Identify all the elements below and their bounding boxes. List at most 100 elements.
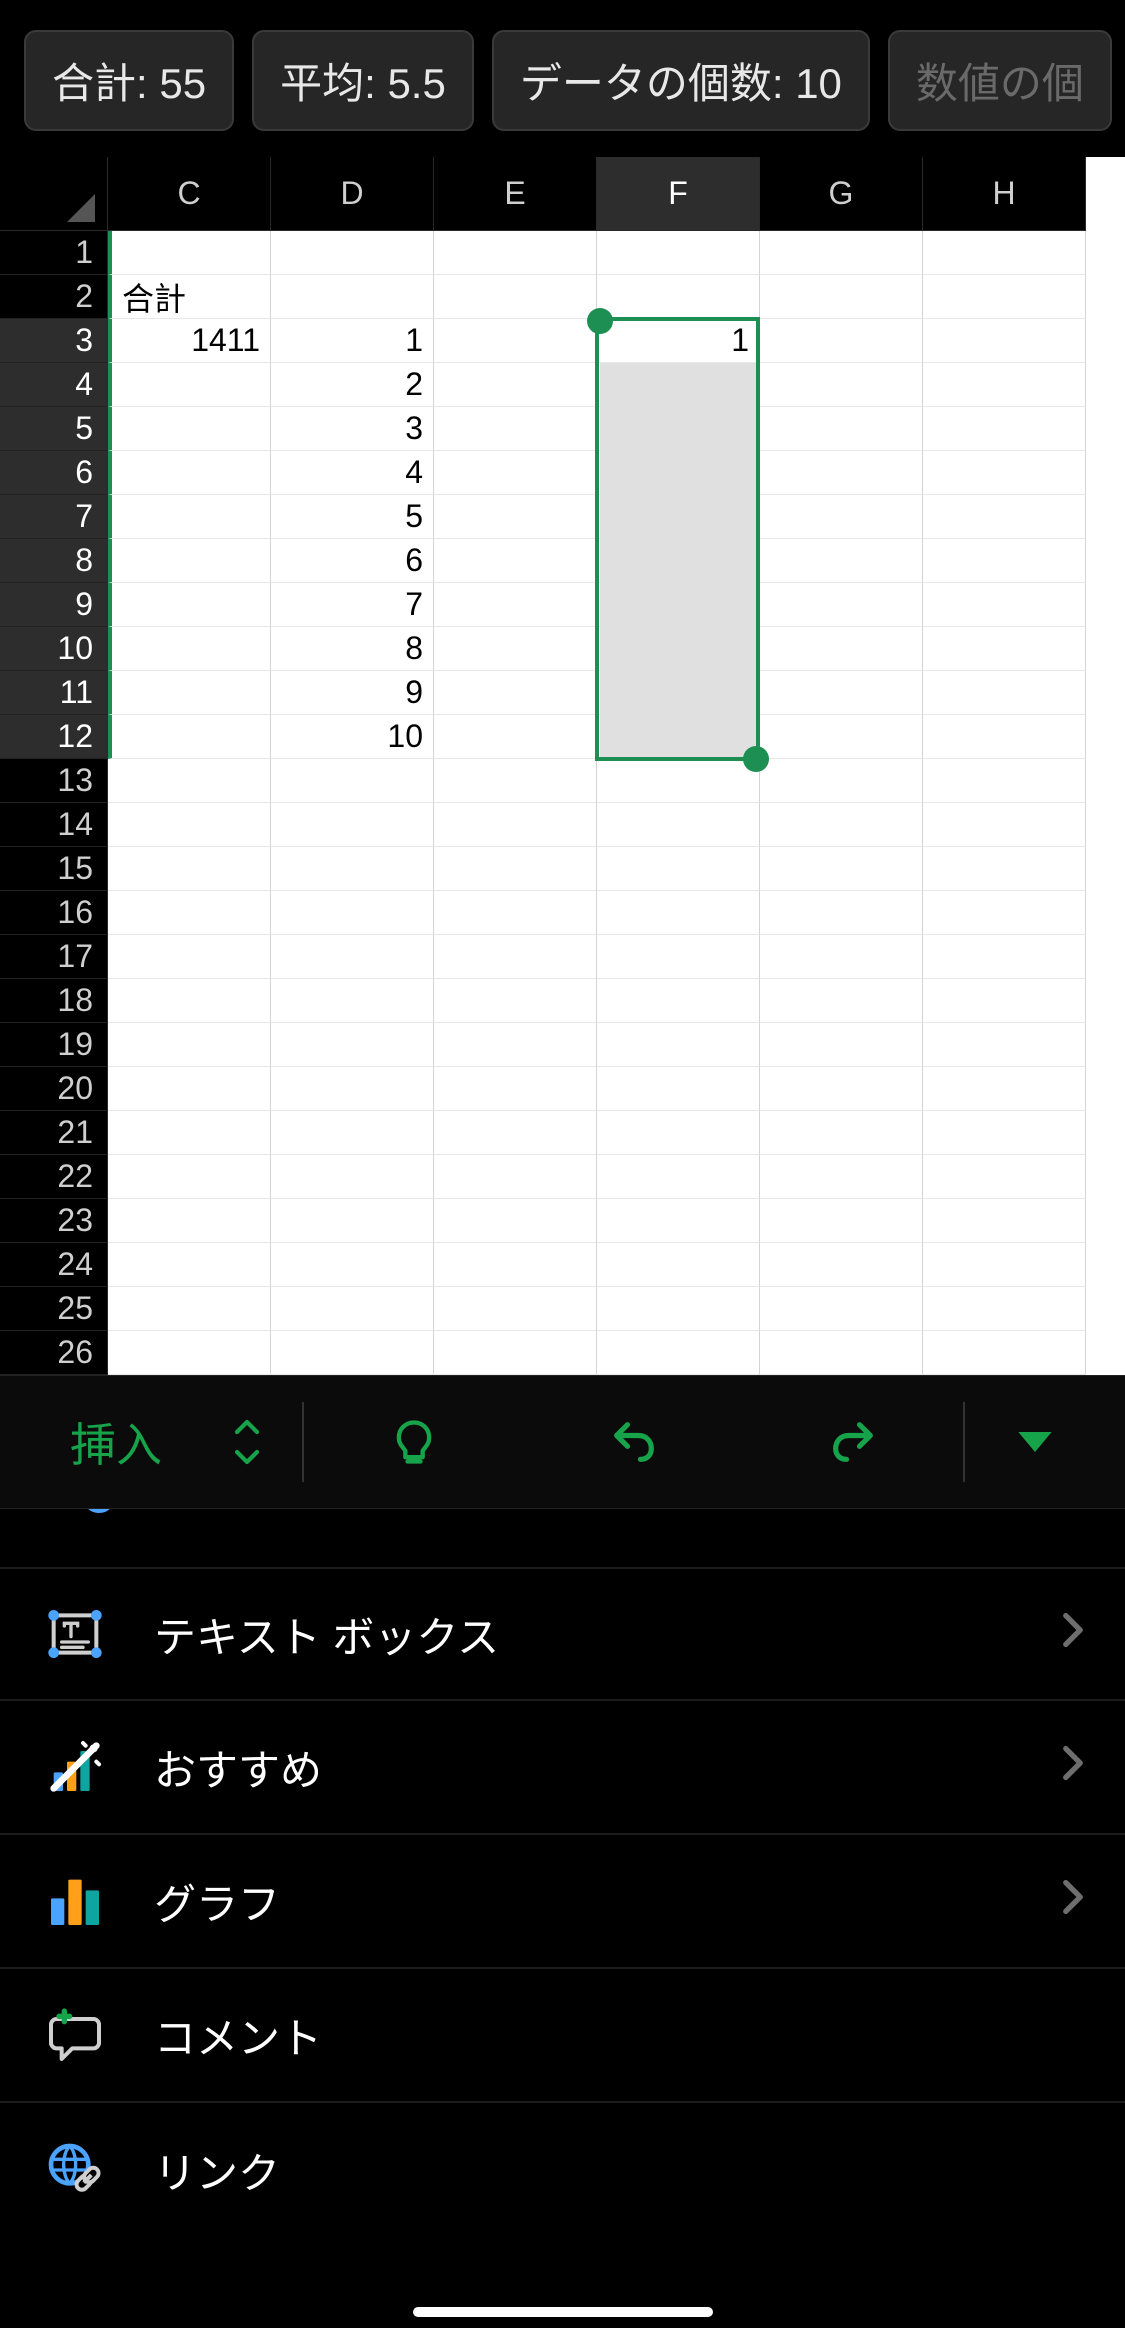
cell-G25[interactable] bbox=[760, 1287, 923, 1331]
cell-C1[interactable] bbox=[108, 231, 271, 275]
cell-D11[interactable]: 9 bbox=[271, 671, 434, 715]
cell-C5[interactable] bbox=[108, 407, 271, 451]
cell-F17[interactable] bbox=[597, 935, 760, 979]
cell-H11[interactable] bbox=[923, 671, 1086, 715]
cell-H25[interactable] bbox=[923, 1287, 1086, 1331]
cell-G15[interactable] bbox=[760, 847, 923, 891]
cell-E21[interactable] bbox=[434, 1111, 597, 1155]
cell-G20[interactable] bbox=[760, 1067, 923, 1111]
cell-E8[interactable] bbox=[434, 539, 597, 583]
column-header-D[interactable]: D bbox=[271, 157, 434, 231]
cell-F18[interactable] bbox=[597, 979, 760, 1023]
undo-button[interactable] bbox=[524, 1376, 744, 1508]
row-header-10[interactable]: 10 bbox=[0, 627, 108, 671]
cell-D18[interactable] bbox=[271, 979, 434, 1023]
cell-E18[interactable] bbox=[434, 979, 597, 1023]
cell-E24[interactable] bbox=[434, 1243, 597, 1287]
cell-D20[interactable] bbox=[271, 1067, 434, 1111]
cell-H26[interactable] bbox=[923, 1331, 1086, 1375]
row-header-11[interactable]: 11 bbox=[0, 671, 108, 715]
row-header-1[interactable]: 1 bbox=[0, 231, 108, 275]
row-header-9[interactable]: 9 bbox=[0, 583, 108, 627]
cell-E25[interactable] bbox=[434, 1287, 597, 1331]
cell-F12[interactable]: 10 bbox=[597, 715, 760, 759]
cell-E7[interactable] bbox=[434, 495, 597, 539]
cell-H9[interactable] bbox=[923, 583, 1086, 627]
row-header-14[interactable]: 14 bbox=[0, 803, 108, 847]
cell-D25[interactable] bbox=[271, 1287, 434, 1331]
cell-G14[interactable] bbox=[760, 803, 923, 847]
stat-average[interactable]: 平均: 5.5 bbox=[252, 30, 474, 131]
cell-F10[interactable]: 8 bbox=[597, 627, 760, 671]
cell-C12[interactable] bbox=[108, 715, 271, 759]
cell-F15[interactable] bbox=[597, 847, 760, 891]
cell-F1[interactable] bbox=[597, 231, 760, 275]
menu-item-recommend[interactable]: おすすめ bbox=[0, 1701, 1125, 1835]
cell-C15[interactable] bbox=[108, 847, 271, 891]
cell-G3[interactable] bbox=[760, 319, 923, 363]
cell-H5[interactable] bbox=[923, 407, 1086, 451]
cell-H22[interactable] bbox=[923, 1155, 1086, 1199]
row-header-22[interactable]: 22 bbox=[0, 1155, 108, 1199]
cell-C11[interactable] bbox=[108, 671, 271, 715]
cell-E22[interactable] bbox=[434, 1155, 597, 1199]
cell-C9[interactable] bbox=[108, 583, 271, 627]
column-header-G[interactable]: G bbox=[760, 157, 923, 231]
cell-E19[interactable] bbox=[434, 1023, 597, 1067]
cell-H2[interactable] bbox=[923, 275, 1086, 319]
cell-G10[interactable] bbox=[760, 627, 923, 671]
menu-item-comment[interactable]: コメント bbox=[0, 1969, 1125, 2103]
cell-H12[interactable] bbox=[923, 715, 1086, 759]
cell-H19[interactable] bbox=[923, 1023, 1086, 1067]
cell-D10[interactable]: 8 bbox=[271, 627, 434, 671]
cell-G2[interactable] bbox=[760, 275, 923, 319]
cell-F20[interactable] bbox=[597, 1067, 760, 1111]
column-header-F[interactable]: F bbox=[597, 157, 760, 231]
cell-E20[interactable] bbox=[434, 1067, 597, 1111]
cell-C3[interactable]: 1411 bbox=[108, 319, 271, 363]
cell-H21[interactable] bbox=[923, 1111, 1086, 1155]
cell-F6[interactable]: 4 bbox=[597, 451, 760, 495]
ribbon-tab-button[interactable]: 挿入 bbox=[20, 1376, 192, 1508]
cell-F14[interactable] bbox=[597, 803, 760, 847]
cell-D16[interactable] bbox=[271, 891, 434, 935]
stat-num-count[interactable]: 数値の個 bbox=[888, 30, 1112, 131]
cell-C21[interactable] bbox=[108, 1111, 271, 1155]
row-header-13[interactable]: 13 bbox=[0, 759, 108, 803]
stat-count[interactable]: データの個数: 10 bbox=[492, 30, 870, 131]
cell-D2[interactable] bbox=[271, 275, 434, 319]
cell-H23[interactable] bbox=[923, 1199, 1086, 1243]
cell-F4[interactable]: 2 bbox=[597, 363, 760, 407]
cell-H20[interactable] bbox=[923, 1067, 1086, 1111]
cell-E4[interactable] bbox=[434, 363, 597, 407]
select-all-corner[interactable] bbox=[0, 157, 108, 231]
cell-C16[interactable] bbox=[108, 891, 271, 935]
cell-D15[interactable] bbox=[271, 847, 434, 891]
cell-G13[interactable] bbox=[760, 759, 923, 803]
cell-G21[interactable] bbox=[760, 1111, 923, 1155]
cell-H6[interactable] bbox=[923, 451, 1086, 495]
ideas-button[interactable] bbox=[304, 1376, 524, 1508]
column-header-H[interactable]: H bbox=[923, 157, 1086, 231]
cell-F8[interactable]: 6 bbox=[597, 539, 760, 583]
cell-F16[interactable] bbox=[597, 891, 760, 935]
cell-F2[interactable] bbox=[597, 275, 760, 319]
cell-D3[interactable]: 1 bbox=[271, 319, 434, 363]
cell-F19[interactable] bbox=[597, 1023, 760, 1067]
cell-E13[interactable] bbox=[434, 759, 597, 803]
cell-E2[interactable] bbox=[434, 275, 597, 319]
cell-C2[interactable]: 合計 bbox=[108, 275, 271, 319]
cell-C26[interactable] bbox=[108, 1331, 271, 1375]
cell-H4[interactable] bbox=[923, 363, 1086, 407]
cell-E23[interactable] bbox=[434, 1199, 597, 1243]
cell-H17[interactable] bbox=[923, 935, 1086, 979]
cell-D4[interactable]: 2 bbox=[271, 363, 434, 407]
row-header-6[interactable]: 6 bbox=[0, 451, 108, 495]
cell-H18[interactable] bbox=[923, 979, 1086, 1023]
cell-F26[interactable] bbox=[597, 1331, 760, 1375]
cell-G26[interactable] bbox=[760, 1331, 923, 1375]
cell-H15[interactable] bbox=[923, 847, 1086, 891]
row-header-2[interactable]: 2 bbox=[0, 275, 108, 319]
cell-C23[interactable] bbox=[108, 1199, 271, 1243]
cell-D17[interactable] bbox=[271, 935, 434, 979]
